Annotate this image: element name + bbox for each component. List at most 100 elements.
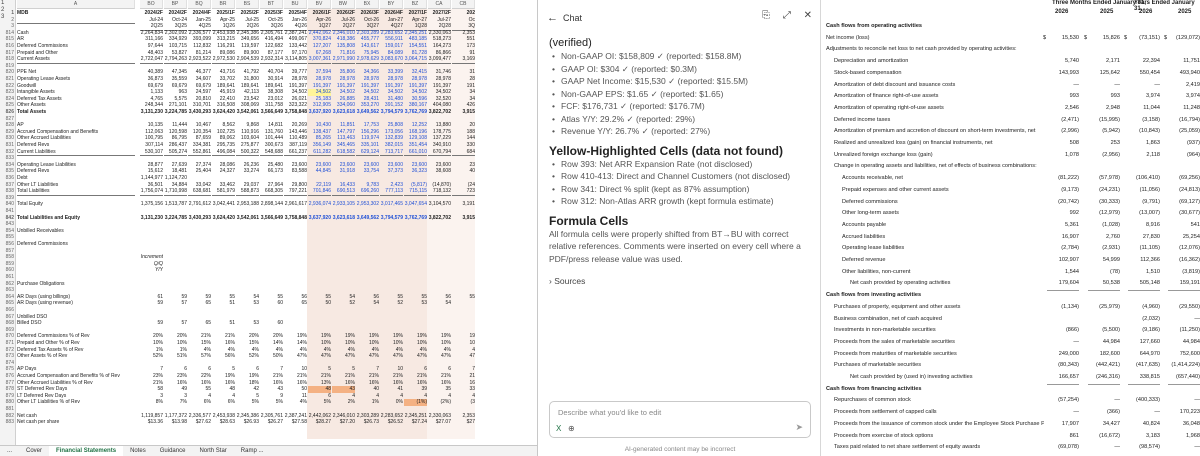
sheet-cell[interactable]: 103,604 [236, 135, 259, 142]
sheet-cell[interactable]: 55 [380, 294, 403, 301]
sheet-cell[interactable]: 2,345,251 [404, 413, 427, 420]
sheet-cell[interactable]: 1,124,720 [164, 175, 187, 182]
sheet-cell[interactable]: 3,649,562 [356, 109, 379, 116]
sheet-cell[interactable]: 330 [452, 142, 475, 149]
sheet-cell[interactable]: 53 [404, 300, 427, 307]
sheet-cell[interactable]: 387,119 [284, 142, 307, 149]
sheet-cell[interactable]: 14% [284, 340, 307, 347]
sheet-cell[interactable]: 2,346,010 [332, 30, 355, 37]
sheet-cell[interactable]: 1,133 [140, 89, 163, 96]
sheet-tab[interactable]: Financial Statements [49, 446, 124, 456]
sheet-cell[interactable]: 47% [404, 353, 427, 360]
sheet-cell[interactable]: 14,811 [260, 122, 283, 129]
row-number[interactable]: 858 [0, 254, 15, 261]
sheet-cell[interactable]: 6 [404, 366, 427, 373]
sheet-cell[interactable]: 2,953,188 [236, 201, 259, 208]
sheet-cell[interactable]: 57 [164, 300, 187, 307]
sheet-cell[interactable]: 137,229 [428, 135, 451, 142]
row-label[interactable]: Deferred Commissions % of Rev [17, 333, 135, 340]
row-number[interactable]: 830 [0, 135, 15, 142]
sheet-cell[interactable]: 65 [284, 300, 307, 307]
sheet-cell[interactable]: 120,598 [164, 129, 187, 136]
sheet-cell[interactable]: 4 [428, 393, 451, 400]
column-header-BV[interactable]: BV [308, 0, 331, 9]
sheet-cell[interactable]: 23,600 [356, 162, 379, 169]
sheet-cell[interactable]: 2,345,386 [236, 413, 259, 420]
sheet-cell[interactable]: 51% [164, 353, 187, 360]
sheet-cell[interactable]: 112,063 [140, 129, 163, 136]
row-label[interactable]: Prepaid and Other [17, 50, 135, 57]
sheet-cell[interactable]: 10% [356, 340, 379, 347]
sheet-cell[interactable]: 21% [332, 373, 355, 380]
sheet-cell[interactable]: 345,465 [332, 142, 355, 149]
sheet-cell[interactable]: 54 [332, 294, 355, 301]
sheet-cell[interactable]: 2,303,289 [356, 30, 379, 37]
sheet-cell[interactable]: 59 [140, 300, 163, 307]
sheet-cell[interactable]: 16,433 [332, 182, 355, 189]
row-number[interactable]: 1 [0, 10, 15, 17]
sheet-cell[interactable]: 54 [428, 300, 451, 307]
sheet-cell[interactable]: 51 [212, 320, 235, 327]
sheet-cell[interactable]: 380,167 [404, 102, 427, 109]
sheet-cell[interactable]: 3,822,702 [428, 215, 451, 222]
sheet-cell[interactable]: Jul-27 [428, 17, 451, 24]
sheet-cell[interactable]: 56 [356, 294, 379, 301]
sheet-cell[interactable]: 33,462 [212, 182, 235, 189]
sheet-cell[interactable]: 2,346,010 [332, 413, 355, 420]
sheet-cell[interactable]: Increment [140, 254, 163, 261]
sheet-cell[interactable]: 33,274 [236, 168, 259, 175]
row-label[interactable]: Accrued Compensation and Benefits % of R… [17, 373, 135, 380]
sheet-cell[interactable]: 17,753 [356, 122, 379, 129]
sheet-cell[interactable]: 45,919 [212, 89, 235, 96]
sheet-cell[interactable]: 351,454 [404, 142, 427, 149]
sheet-cell[interactable]: 36,323 [404, 168, 427, 175]
sheet-cell[interactable]: 311,166 [140, 36, 163, 43]
row-label[interactable]: Other LT Liabilities [17, 182, 135, 189]
sheet-cell[interactable]: 41 [380, 386, 403, 393]
sheet-cell[interactable]: 191,397 [404, 83, 427, 90]
sheet-cell[interactable]: 40,704 [260, 69, 283, 76]
sheet-cell[interactable]: 21 [452, 373, 475, 380]
sheet-cell[interactable]: 349,656 [236, 36, 259, 43]
sheet-cell[interactable]: 28,086 [212, 162, 235, 169]
sheet-cell[interactable]: Apr-25 [212, 17, 235, 24]
sheet-cell[interactable]: (24 [452, 182, 475, 189]
row-label[interactable]: Debt [17, 175, 135, 182]
sheet-cell[interactable]: 47% [356, 353, 379, 360]
sheet-cell[interactable]: 16% [332, 380, 355, 387]
outline-level-1[interactable]: 1 [0, 0, 8, 7]
sheet-cell[interactable]: 58 [140, 386, 163, 393]
sheet-cell[interactable]: 2,336,577 [188, 30, 211, 37]
sheet-cell[interactable]: 25,808 [380, 122, 403, 129]
sheet-cell[interactable]: 48,403 [140, 50, 163, 57]
sheet-cell[interactable]: 3,637,920 [308, 109, 331, 116]
sheet-cell[interactable]: 34,502 [308, 89, 331, 96]
row-number[interactable]: 2 [0, 17, 15, 24]
sheet-cell[interactable]: 4% [212, 347, 235, 354]
sheet-cell[interactable]: 1,144,977 [140, 175, 163, 182]
sheet-cell[interactable]: 307,114 [140, 142, 163, 149]
sheet-cell[interactable]: 334,060 [332, 102, 355, 109]
row-number[interactable]: 866 [0, 307, 15, 314]
row-number[interactable]: 825 [0, 102, 15, 109]
sheet-cell[interactable]: 33,042 [188, 182, 211, 189]
sheet-cell[interactable]: Apr-27 [404, 17, 427, 24]
row-number[interactable]: 854 [0, 228, 15, 235]
sheet-cell[interactable]: 23,600 [284, 162, 307, 169]
sheet-cell[interactable]: 19% [428, 333, 451, 340]
sheet-cell[interactable]: 4% [428, 347, 451, 354]
sheet-cell[interactable]: $28.63 [212, 419, 235, 426]
sheet-cell[interactable]: 102,725 [212, 129, 235, 136]
sheet-cell[interactable]: 10,430 [308, 122, 331, 129]
sheet-cell[interactable]: 404,080 [428, 102, 451, 109]
row-label[interactable]: Deferred Commissions [17, 43, 135, 50]
sheet-cell[interactable]: 4% [236, 347, 259, 354]
sheet-cell[interactable]: 191,397 [356, 83, 379, 90]
sheet-cell[interactable]: 2026/2F [332, 10, 355, 17]
row-label[interactable]: Accrued Compensation and Benefits [17, 129, 135, 136]
row-label[interactable]: Net cash [17, 413, 135, 420]
sheet-cell[interactable]: 34,607 [188, 76, 211, 83]
sheet-cell[interactable]: 2025/1F [212, 10, 235, 17]
sheet-cell[interactable]: 2,953,302 [356, 201, 379, 208]
sheet-cell[interactable]: 191 [452, 83, 475, 90]
